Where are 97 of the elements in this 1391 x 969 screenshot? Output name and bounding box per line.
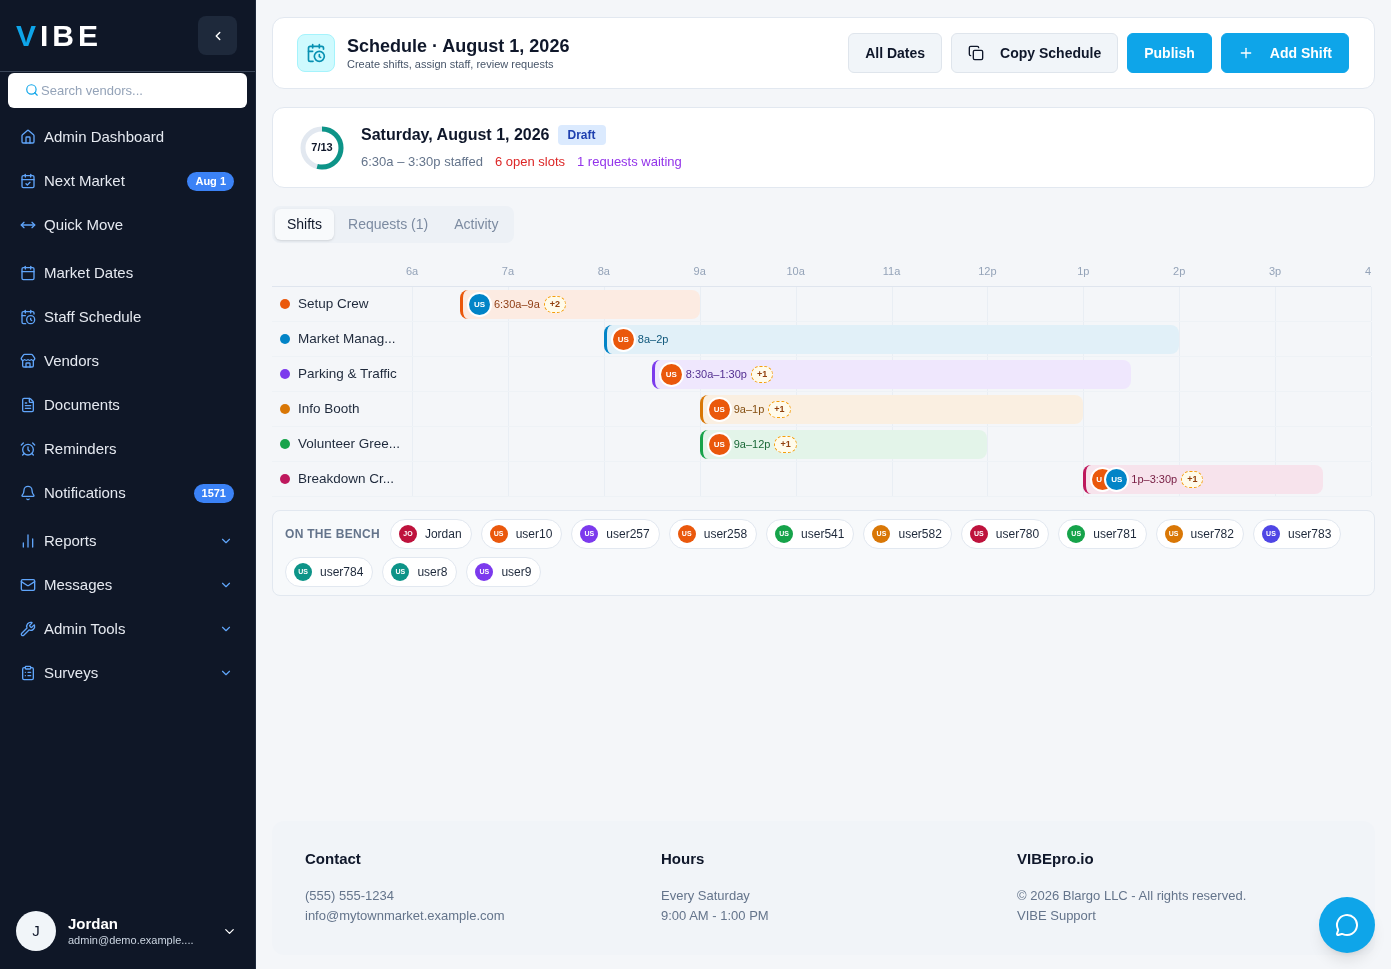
wrench-icon [20, 621, 36, 637]
shift-bar[interactable]: US 9a–12p +1 [699, 430, 988, 459]
hour-label: 3p [1268, 264, 1282, 279]
extra-staff-badge: +1 [774, 436, 797, 453]
extra-staff-badge: +1 [1181, 471, 1204, 488]
search-field[interactable]: Search vendors... [8, 73, 247, 108]
staff-avatar: US [708, 399, 730, 420]
nav-item[interactable]: Admin Dashboard [0, 115, 255, 159]
extra-staff-badge: +2 [543, 296, 567, 313]
store-icon [20, 353, 36, 369]
nav-item[interactable]: Messages [0, 563, 255, 607]
nav-item[interactable]: Reminders [0, 427, 255, 471]
hour-label: 1p [1077, 264, 1090, 279]
page-title: Schedule · August 1, 2026 [347, 34, 570, 57]
staff-avatar: US [612, 329, 634, 350]
tab[interactable]: Shifts [275, 209, 334, 240]
shift-time: 9a–12p [733, 437, 771, 453]
staff-avatar: US [1106, 469, 1128, 490]
toolbar-button[interactable]: Copy Schedule [951, 33, 1119, 73]
hour-label: 12p [978, 264, 997, 279]
footer-heading: Contact [305, 849, 361, 869]
extra-staff-badge: +1 [768, 401, 791, 418]
alarm-clock-icon [20, 441, 36, 457]
role-name: Setup Crew [298, 294, 369, 313]
count-badge: 1571 [193, 483, 234, 503]
bar-chart-icon [20, 533, 36, 549]
calendar-icon [20, 265, 36, 281]
staff-avatar: US [660, 364, 682, 385]
footer-text: Every Saturday [661, 887, 750, 905]
footer-text: 9:00 AM - 1:00 PM [661, 907, 769, 925]
nav-item[interactable]: Next Market Aug 1 [0, 159, 255, 203]
status-badge: Draft [557, 125, 606, 146]
shift-bar[interactable]: US 8:30a–1:30p +1 [651, 360, 1132, 389]
role-name: Volunteer Gree... [298, 434, 401, 453]
bench-label: ON THE BENCH [285, 526, 380, 543]
staffed-count: 7/13 [310, 140, 334, 156]
footer-text: VIBE Support [1017, 907, 1096, 925]
vibe-logo: VIBE [16, 20, 103, 51]
footer-text: info@mytownmarket.example.com [305, 907, 505, 925]
calendar-clock-icon [297, 34, 335, 72]
chat-bubble-icon [1335, 913, 1359, 937]
shift-time: 8:30a–1:30p [685, 367, 747, 383]
copy-icon [968, 45, 985, 61]
user-name: Jordan [68, 914, 118, 933]
hour-label: 9a [693, 264, 706, 279]
nav-item[interactable]: Quick Move [0, 203, 255, 247]
user-email: admin@demo.example.... [68, 933, 194, 948]
shift-time: 9a–1p [733, 402, 765, 418]
hour-label: 10a [786, 264, 805, 279]
nav-item[interactable]: Vendors [0, 339, 255, 383]
shift-bar[interactable]: US 6:30a–9a +2 [459, 290, 700, 319]
document-icon [20, 397, 36, 413]
nav-item[interactable]: Documents [0, 383, 255, 427]
footer-text: (555) 555-1234 [305, 887, 394, 905]
page-subtitle: Create shifts, assign staff, review requests [347, 56, 554, 72]
day-stat: 6 open slots [494, 153, 566, 172]
nav-item[interactable]: Market Dates [0, 251, 255, 295]
nav-item[interactable]: Notifications 1571 [0, 471, 255, 515]
shift-time: 6:30a–9a [493, 297, 540, 313]
shift-bar[interactable]: U US 1p–3:30p +1 [1083, 465, 1324, 494]
bell-icon [20, 485, 36, 501]
staff-avatar: US [708, 434, 730, 455]
shift-bar[interactable]: US 8a–2p [603, 325, 1180, 354]
user-avatar: J [16, 911, 56, 951]
role-name: Market Manag... [298, 329, 396, 348]
nav-item[interactable]: Staff Schedule [0, 295, 255, 339]
day-stat: 6:30a – 3:30p staffed [361, 153, 483, 172]
hour-label: 4 [1364, 264, 1371, 279]
extra-staff-badge: +1 [750, 366, 774, 383]
day-title: Saturday, August 1, 2026 [361, 125, 550, 146]
staff-avatar: US [468, 294, 490, 315]
mail-icon [20, 577, 36, 593]
shift-bar[interactable]: US 9a–1p +1 [699, 395, 1084, 424]
role-name: Parking & Traffic [298, 364, 397, 383]
count-badge: Aug 1 [187, 171, 234, 191]
nav-item[interactable]: Reports [0, 519, 255, 563]
role-name: Info Booth [298, 399, 360, 418]
shift-time: 8a–2p [637, 332, 669, 348]
hour-label: 2p [1173, 264, 1186, 279]
toolbar-button[interactable]: All Dates [848, 33, 943, 73]
shift-time: 1p–3:30p [1131, 472, 1178, 488]
house-icon [20, 129, 36, 145]
day-stat: 1 requests waiting [577, 153, 682, 172]
hour-label: 6a [405, 264, 419, 279]
role-name: Breakdown Cr... [298, 469, 395, 488]
footer-heading: VIBEpro.io [1017, 849, 1094, 869]
clipboard-list-icon [20, 665, 36, 681]
calendar-check-icon [20, 173, 36, 189]
footer-text: © 2026 Blargo LLC - All rights reserved. [1017, 887, 1247, 905]
nav-item[interactable]: Admin Tools [0, 607, 255, 651]
calendar-clock-icon [20, 309, 36, 325]
footer-heading: Hours [661, 849, 705, 869]
search-icon [25, 83, 39, 97]
hour-label: 8a [597, 264, 610, 279]
hour-label: 7a [501, 264, 514, 279]
nav-item[interactable]: Surveys [0, 651, 255, 695]
hour-label: 11a [882, 264, 901, 279]
